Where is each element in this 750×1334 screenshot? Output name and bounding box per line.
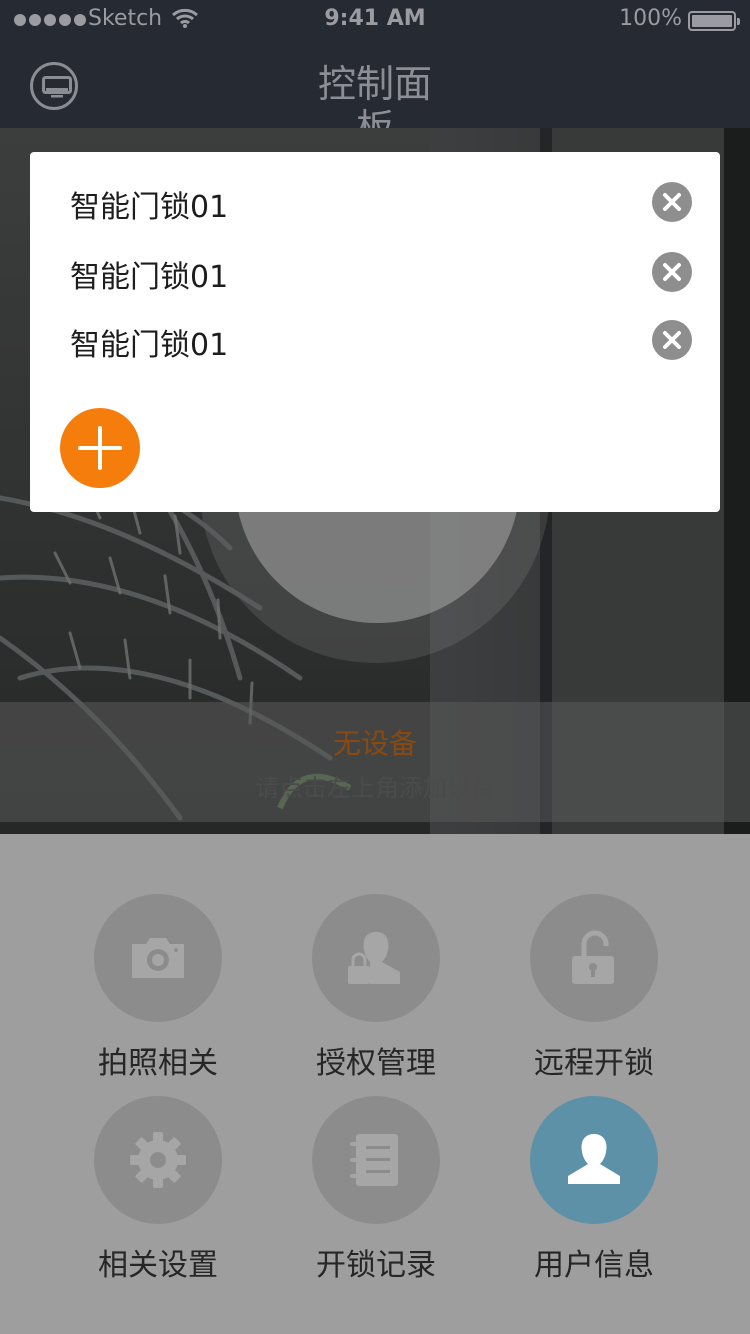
- menu-item-label: 远程开锁: [534, 1046, 654, 1081]
- menu-item-label: 用户信息: [534, 1248, 654, 1283]
- remove-device-button[interactable]: [652, 182, 692, 222]
- user-lock-icon: [348, 932, 400, 984]
- menu-item-label: 相关设置: [98, 1248, 218, 1283]
- menu-item-authorization[interactable]: 授权管理: [276, 894, 476, 1084]
- close-icon: [663, 193, 681, 211]
- gear-icon: [130, 1132, 186, 1188]
- page-title: 控制面板: [317, 62, 432, 128]
- notebook-icon: [350, 1134, 398, 1186]
- menu-item-unlock-records[interactable]: 开锁记录: [276, 1096, 476, 1286]
- monitor-icon: [42, 76, 72, 98]
- close-icon: [663, 331, 681, 349]
- close-icon: [663, 263, 681, 281]
- add-device-button[interactable]: [60, 408, 140, 488]
- top-bar: Sketch 9:41 AM 100% 控制面板: [0, 0, 750, 128]
- menu-item-label: 拍照相关: [98, 1046, 218, 1081]
- menu-item-photo[interactable]: 拍照相关: [58, 894, 258, 1084]
- battery-percent: 100%: [619, 6, 682, 31]
- battery-icon: [688, 11, 740, 31]
- menu-item-remote-unlock[interactable]: 远程开锁: [494, 894, 694, 1084]
- device-list-popup: 智能门锁01 智能门锁01 智能门锁01: [30, 152, 720, 512]
- remove-device-button[interactable]: [652, 252, 692, 292]
- menu-item-settings[interactable]: 相关设置: [58, 1096, 258, 1286]
- device-row[interactable]: 智能门锁01: [30, 172, 720, 232]
- camera-icon: [132, 938, 184, 978]
- device-name: 智能门锁01: [70, 190, 229, 225]
- menu-item-label: 授权管理: [316, 1046, 436, 1081]
- device-list-button[interactable]: [30, 62, 78, 110]
- device-row[interactable]: 智能门锁01: [30, 310, 720, 370]
- menu-item-label: 开锁记录: [316, 1248, 436, 1283]
- device-name: 智能门锁01: [70, 328, 229, 363]
- status-bar: Sketch 9:41 AM 100%: [0, 0, 750, 40]
- menu-item-user-info[interactable]: 用户信息: [494, 1096, 694, 1286]
- plus-icon: [78, 426, 122, 470]
- unlock-icon: [572, 930, 614, 984]
- user-icon: [568, 1134, 620, 1184]
- function-grid: 拍照相关 授权管理 远程开锁 相关设置 开锁记录 用户信息: [0, 834, 750, 1334]
- remove-device-button[interactable]: [652, 320, 692, 360]
- device-name: 智能门锁01: [70, 260, 229, 295]
- device-row[interactable]: 智能门锁01: [30, 242, 720, 302]
